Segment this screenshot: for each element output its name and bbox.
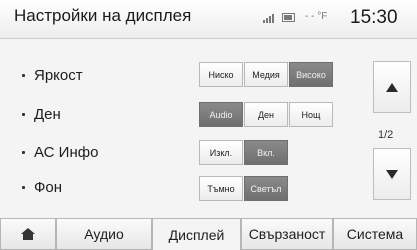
setting-label-background: Фон [22,179,62,196]
background-dark-button[interactable]: Тъмно [199,176,243,201]
tab-display[interactable]: Дисплей [152,218,241,250]
ac-info-on-button[interactable]: Вкл. [244,140,288,165]
ac-info-off-button[interactable]: Изкл. [199,140,243,165]
bullet-icon [22,151,25,154]
arrow-up-icon [386,82,398,92]
setting-label-ac-info: АС Инфо [22,144,98,161]
header-bar: Настройки на дисплея - - °F 15:30 [0,0,417,39]
temperature-readout: - - °F [305,11,328,22]
bullet-icon [22,186,25,189]
day-audio-button[interactable]: Audio [199,102,243,127]
page-indicator: 1/2 [378,129,394,141]
brightness-medium-button[interactable]: Медия [244,62,288,87]
tab-home[interactable] [0,218,56,250]
tab-system[interactable]: Система [333,218,417,250]
scroll-up-button[interactable] [373,61,411,113]
bullet-icon [22,113,25,116]
signal-icon [263,13,277,23]
arrow-down-icon [386,169,398,179]
clock: 15:30 [350,7,398,28]
tab-connectivity[interactable]: Свързаност [241,218,333,250]
tab-audio[interactable]: Аудио [56,218,152,250]
home-icon [21,228,35,240]
page-title: Настройки на дисплея [14,6,192,25]
scroll-down-button[interactable] [373,148,411,200]
battery-icon [282,13,295,22]
brightness-high-button[interactable]: Високо [289,62,333,87]
brightness-low-button[interactable]: Ниско [199,62,243,87]
day-day-button[interactable]: Ден [244,102,288,127]
day-night-button[interactable]: Нощ [289,102,333,127]
setting-label-day: Ден [22,106,61,123]
bottom-tab-bar: Аудио Дисплей Свързаност Система [0,218,417,250]
background-light-button[interactable]: Светъл [244,176,288,201]
bullet-icon [22,74,25,77]
setting-label-brightness: Яркост [22,67,83,84]
